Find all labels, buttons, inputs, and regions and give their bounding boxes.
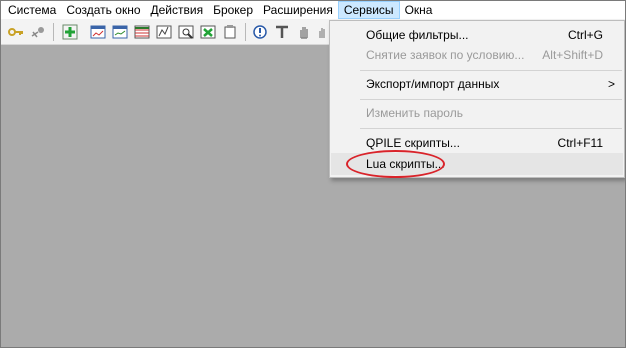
menu-separator [360, 70, 622, 71]
search-window-icon[interactable] [177, 23, 195, 41]
menu-item-change-password: Изменить пароль [331, 102, 623, 124]
transaction-icon[interactable] [199, 23, 217, 41]
menu-sistema[interactable]: Система [3, 1, 61, 19]
hand-icon[interactable] [295, 23, 313, 41]
menu-create-window[interactable]: Создать окно [61, 1, 145, 19]
portfolio-icon[interactable] [221, 23, 239, 41]
toolbar-separator [245, 23, 246, 41]
menu-actions[interactable]: Действия [146, 1, 209, 19]
submenu-arrow-icon: > [607, 77, 615, 91]
menu-item-lua-scripts[interactable]: Lua скрипты... [331, 153, 623, 175]
menu-broker[interactable]: Брокер [208, 1, 258, 19]
menu-item-shortcut: Ctrl+G [567, 28, 603, 42]
menu-item-common-filters[interactable]: Общие фильтры... Ctrl+G [331, 24, 623, 46]
menu-item-shortcut: Alt+Shift+D [542, 48, 603, 62]
chart-window-2-icon[interactable] [111, 23, 129, 41]
menu-item-label: QPILE скрипты... [366, 136, 460, 150]
menu-item-label: Общие фильтры... [366, 28, 469, 42]
add-window-icon[interactable] [61, 23, 79, 41]
disconnect-icon[interactable] [29, 23, 47, 41]
menu-separator [360, 99, 622, 100]
menu-extensions[interactable]: Расширения [258, 1, 338, 19]
menu-item-shortcut: Ctrl+F11 [557, 136, 603, 150]
alert-icon[interactable] [251, 23, 269, 41]
menu-bar: Система Создать окно Действия Брокер Рас… [1, 1, 625, 19]
toolbar-separator [53, 23, 54, 41]
menu-item-export-import[interactable]: Экспорт/импорт данных > [331, 73, 623, 95]
services-dropdown-menu: Общие фильтры... Ctrl+G Снятие заявок по… [329, 20, 625, 178]
menu-item-label: Снятие заявок по условию... [366, 48, 525, 62]
menu-item-cancel-orders: Снятие заявок по условию... Alt+Shift+D [331, 44, 623, 66]
menu-item-qpile-scripts[interactable]: QPILE скрипты... Ctrl+F11 [331, 132, 623, 154]
menu-services[interactable]: Сервисы [337, 1, 400, 19]
menu-item-label: Экспорт/импорт данных [366, 77, 500, 91]
menu-item-label: Lua скрипты... [366, 157, 445, 171]
menu-separator [360, 128, 622, 129]
table-window-icon[interactable] [133, 23, 151, 41]
chart-window-icon[interactable] [89, 23, 107, 41]
text-icon[interactable] [273, 23, 291, 41]
quotes-window-icon[interactable] [155, 23, 173, 41]
menu-windows[interactable]: Окна [400, 1, 438, 19]
key-icon[interactable] [7, 23, 25, 41]
app-window: Система Создать окно Действия Брокер Рас… [0, 0, 626, 348]
menu-item-label: Изменить пароль [366, 106, 463, 120]
